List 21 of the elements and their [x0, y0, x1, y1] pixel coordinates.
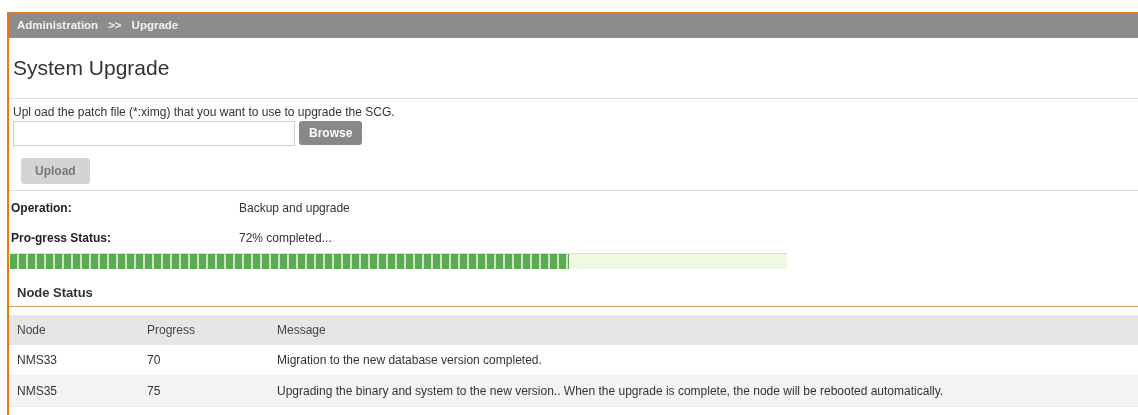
table-cell: Migration to the new database version completed.	[269, 345, 1138, 376]
breadcrumb-item[interactable]: Upgrade	[131, 17, 179, 35]
column-header: Node	[9, 315, 139, 345]
file-path-field[interactable]	[13, 120, 295, 146]
section-heading: Node Status	[9, 268, 1138, 307]
table-cell: Upgrading the binary and system to the new version.. When the upgrade is complete, the node will be rebooted automatically.	[269, 375, 1138, 407]
operation-value: Backup and upgrade	[239, 199, 351, 217]
breadcrumb-separator: >>	[108, 18, 122, 34]
browse-button[interactable]: Browse	[299, 121, 363, 145]
operation-label: Operation:	[11, 199, 73, 217]
column-header: Progress	[139, 315, 269, 345]
page-title: System Upgrade	[13, 55, 171, 81]
breadcrumb-item[interactable]: Administration	[17, 17, 99, 35]
table-cell: 70	[139, 345, 269, 376]
progress-value: 72% completed...	[239, 229, 333, 247]
progress-label: Pro-gress Status:	[11, 229, 113, 247]
column-header: Message	[269, 315, 1138, 345]
table-cell: NMS33	[9, 345, 139, 376]
instruction-text: Upl oad the patch file (*:ximg) that you want to use to upgrade the SCG.	[13, 103, 396, 121]
table-cell: NMS35	[9, 375, 139, 407]
table-cell: 75	[139, 375, 269, 407]
